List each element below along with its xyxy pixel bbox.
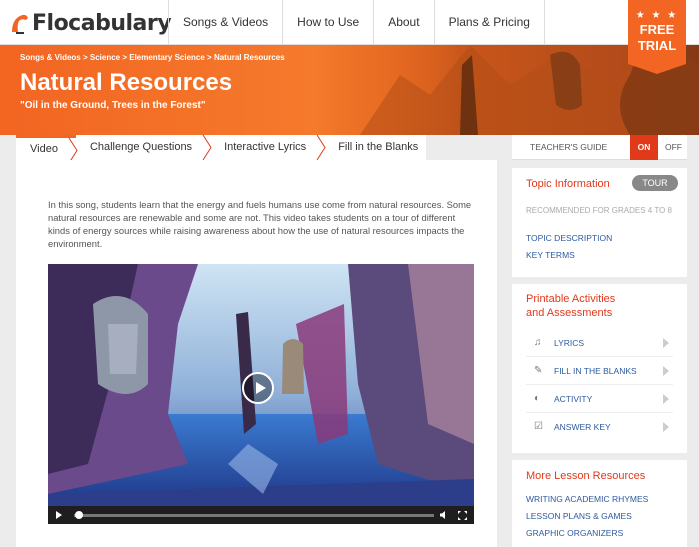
chevron-right-icon — [663, 394, 669, 404]
free-trial-line1: FREE — [639, 22, 675, 37]
printable-fill-label: FILL IN THE BLANKS — [554, 366, 637, 376]
key-terms-link[interactable]: KEY TERMS — [526, 250, 575, 260]
tab-interactive-lyrics[interactable]: Interactive Lyrics — [210, 135, 326, 160]
lesson-plans-games-link[interactable]: LESSON PLANS & GAMES — [526, 511, 632, 521]
nav-plans-pricing[interactable]: Plans & Pricing — [433, 0, 545, 45]
topic-description-link[interactable]: TOPIC DESCRIPTION — [526, 233, 612, 243]
printables-title-line2: and Assessments — [526, 307, 613, 319]
writing-academic-rhymes-link[interactable]: WRITING ACADEMIC RHYMES — [526, 494, 648, 504]
fullscreen-icon[interactable] — [458, 511, 467, 520]
hero-banner: Songs & Videos > Science > Elementary Sc… — [0, 45, 699, 135]
tab-video[interactable]: Video — [16, 135, 78, 163]
tab-fill-in-the-blanks[interactable]: Fill in the Blanks — [324, 135, 426, 160]
graphic-organizers-link[interactable]: GRAPHIC ORGANIZERS — [526, 528, 623, 538]
printable-activity-label: ACTIVITY — [554, 394, 593, 404]
tab-challenge-questions[interactable]: Challenge Questions — [76, 135, 212, 160]
logo-text: Flocabulary — [32, 10, 172, 36]
printable-lyrics-label: LYRICS — [554, 338, 585, 348]
play-icon[interactable] — [56, 511, 62, 519]
video-controls — [48, 506, 474, 524]
stars-icon: ★ ★ ★ — [635, 10, 679, 21]
song-description: In this song, students learn that the en… — [48, 199, 472, 249]
chevron-right-icon — [663, 422, 669, 432]
content-tabs: Video Challenge Questions Interactive Ly… — [16, 135, 427, 163]
progress-knob[interactable] — [75, 511, 83, 519]
puzzle-icon: ◐ — [534, 393, 541, 404]
breadcrumb[interactable]: Songs & Videos > Science > Elementary Sc… — [20, 53, 285, 62]
printable-fill-in-the-blanks[interactable]: ✎ FILL IN THE BLANKS — [526, 357, 673, 385]
printable-activity[interactable]: ◐ ACTIVITY — [526, 385, 673, 413]
tab-fill-label: Fill in the Blanks — [338, 141, 419, 153]
pencil-icon: ✎ — [534, 365, 543, 376]
page-title: Natural Resources — [20, 69, 233, 96]
volume-icon[interactable] — [440, 511, 448, 519]
free-trial-line2: TRIAL — [637, 38, 677, 53]
music-note-icon: ♫ — [534, 337, 542, 348]
progress-track[interactable] — [74, 514, 434, 517]
more-resources-title: More Lesson Resources — [526, 470, 646, 482]
toggle-off-button[interactable]: OFF — [660, 135, 687, 160]
chevron-right-icon — [663, 366, 669, 376]
nav-about[interactable]: About — [373, 0, 433, 45]
play-button[interactable] — [242, 372, 274, 404]
main-content: In this song, students learn that the en… — [16, 160, 497, 547]
checkbox-icon: ☑ — [534, 421, 543, 432]
nav-songs-videos[interactable]: Songs & Videos — [168, 0, 282, 45]
printable-lyrics[interactable]: ♫ LYRICS — [526, 329, 673, 357]
page-subtitle: "Oil in the Ground, Trees in the Forest" — [20, 100, 206, 111]
topic-information-panel: Topic Information TOUR RECOMMENDED FOR G… — [512, 168, 687, 277]
tab-lyrics-label: Interactive Lyrics — [224, 141, 307, 153]
teachers-guide-toggle: TEACHER'S GUIDE ON OFF — [512, 135, 687, 160]
more-lesson-resources-panel: More Lesson Resources WRITING ACADEMIC R… — [512, 460, 687, 547]
tour-button[interactable]: TOUR — [632, 175, 678, 191]
tab-challenge-label: Challenge Questions — [89, 141, 193, 153]
nav-how-to-use[interactable]: How to Use — [282, 0, 373, 45]
teachers-guide-label[interactable]: TEACHER'S GUIDE — [530, 135, 607, 160]
free-trial-badge[interactable]: ★ ★ ★ FREE TRIAL — [628, 0, 686, 74]
recommended-grades: RECOMMENDED FOR GRADES 4 TO 8 — [526, 206, 672, 215]
logo-icon — [10, 10, 30, 36]
toggle-on-button[interactable]: ON — [630, 135, 658, 160]
printable-answer-key-label: ANSWER KEY — [554, 422, 611, 432]
tab-video-label: Video — [30, 143, 58, 155]
chevron-right-icon — [663, 338, 669, 348]
video-player[interactable] — [48, 264, 474, 524]
top-navigation: Flocabulary Songs & Videos How to Use Ab… — [0, 0, 699, 45]
printables-title-line1: Printable Activities — [526, 293, 616, 305]
printable-activities-panel: Printable Activities and Assessments ♫ L… — [512, 284, 687, 453]
printable-answer-key[interactable]: ☑ ANSWER KEY — [526, 413, 673, 441]
logo[interactable]: Flocabulary — [10, 8, 172, 38]
topic-information-title: Topic Information — [526, 178, 610, 190]
